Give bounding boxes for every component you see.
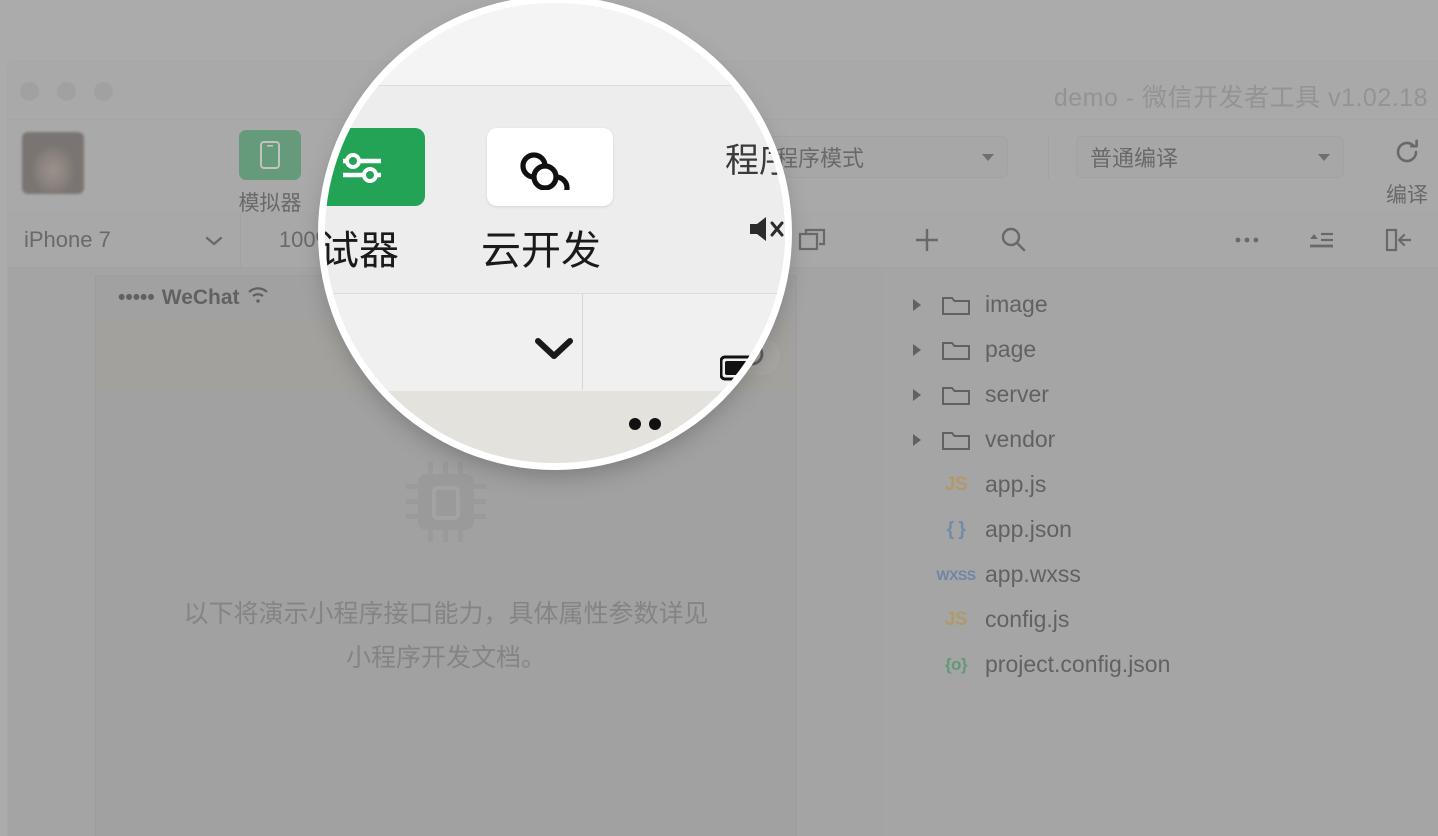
chevron-down-icon [1318, 154, 1330, 161]
file-name: app.wxss [985, 561, 1081, 587]
lens-cloud-button[interactable] [487, 128, 613, 206]
cloud-icon [517, 140, 583, 202]
device-select[interactable]: iPhone 7 [8, 213, 241, 267]
tree-row-vendor[interactable]: vendor [883, 417, 1438, 462]
lens-divider-top [325, 85, 785, 86]
description-line-1: 以下将演示小程序接口能力，具体属性参数详见 [183, 600, 709, 628]
chevron-down-icon [982, 154, 994, 161]
tree-row-app-json[interactable]: { } app.json [883, 507, 1438, 552]
file-name: config.js [985, 606, 1070, 632]
folder-icon [933, 293, 979, 317]
compile-select-value: 普通编译 [1090, 146, 1179, 171]
refresh-icon [1372, 136, 1438, 173]
tree-row-image[interactable]: image [883, 282, 1438, 327]
folder-icon [933, 428, 979, 452]
signal-dots: ••••• [118, 286, 155, 309]
ellipsis-icon[interactable] [1210, 213, 1284, 267]
phone-icon [239, 130, 301, 180]
file-name: server [985, 381, 1049, 407]
search-icon[interactable] [970, 213, 1056, 267]
description-line-2: 小程序开发文档。 [345, 643, 546, 672]
tree-row-config-js[interactable]: JS config.js [883, 597, 1438, 642]
chip-icon [96, 450, 796, 559]
wifi-icon [247, 286, 269, 310]
collapse-all-icon[interactable] [1284, 213, 1358, 267]
tree-row-app-wxss[interactable]: WXSS app.wxss [883, 552, 1438, 597]
tree-row-project-config[interactable]: {o} project.config.json [883, 642, 1438, 687]
tree-row-server[interactable]: server [883, 372, 1438, 417]
toggle-panel-icon[interactable] [1358, 213, 1438, 267]
file-name: app.json [985, 516, 1072, 542]
compile-select[interactable]: 普通编译 [1076, 136, 1344, 178]
json-file-icon: { } [946, 518, 966, 540]
lens-cloud-label: 云开发 [481, 229, 601, 273]
chevron-right-icon[interactable] [911, 433, 933, 447]
chevron-right-icon[interactable] [911, 298, 933, 312]
compile-label: 编译 [1386, 184, 1428, 207]
lens-phone-area [325, 391, 785, 463]
battery-icon [719, 355, 778, 386]
project-config-icon: {o} [944, 654, 968, 674]
magnifier-lens: 试器 云开发 程序模式 [325, 3, 785, 463]
tree-row-page[interactable]: page [883, 327, 1438, 372]
plus-icon[interactable] [884, 213, 970, 267]
file-name: app.js [985, 471, 1047, 497]
file-name: vendor [985, 426, 1056, 452]
js-file-icon: JS [944, 608, 968, 630]
file-name: image [985, 291, 1048, 317]
tree-row-app-js[interactable]: JS app.js [883, 462, 1438, 507]
chevron-right-icon[interactable] [911, 388, 933, 402]
editor-spacer [1056, 213, 1210, 267]
lens-mode-text: 程序模式 [725, 142, 785, 180]
device-select-value: iPhone 7 [24, 227, 111, 252]
chevron-down-icon [204, 227, 224, 253]
folder-icon [933, 383, 979, 407]
lens-mute-icon[interactable] [745, 211, 785, 252]
lens-subbar-divider [582, 294, 583, 390]
editor-controls [884, 213, 1438, 267]
file-tree-pane: image page server vendor JS app.js {} a… [883, 268, 1438, 836]
wxss-file-icon: WXSS [936, 566, 976, 583]
carrier-label: WeChat [161, 286, 240, 309]
toolbar-divider [1048, 134, 1049, 180]
simulator-toggle-button[interactable]: 模拟器 [232, 130, 308, 217]
file-name: page [985, 336, 1037, 362]
chevron-right-icon[interactable] [911, 343, 933, 357]
user-avatar[interactable] [22, 132, 84, 194]
lens-debugger-label: 试器 [325, 229, 399, 273]
file-name: project.config.json [985, 651, 1171, 677]
js-file-icon: JS [944, 473, 968, 495]
chevron-down-icon[interactable] [530, 333, 578, 368]
lens-ellipsis-icon[interactable] [625, 415, 673, 438]
lens-debugger-button[interactable] [325, 128, 425, 206]
lens-titlebar-area [325, 3, 785, 85]
folder-icon [933, 338, 979, 362]
magnifier-content: 试器 云开发 程序模式 [325, 3, 785, 463]
compile-button[interactable]: 编译 [1372, 136, 1438, 209]
